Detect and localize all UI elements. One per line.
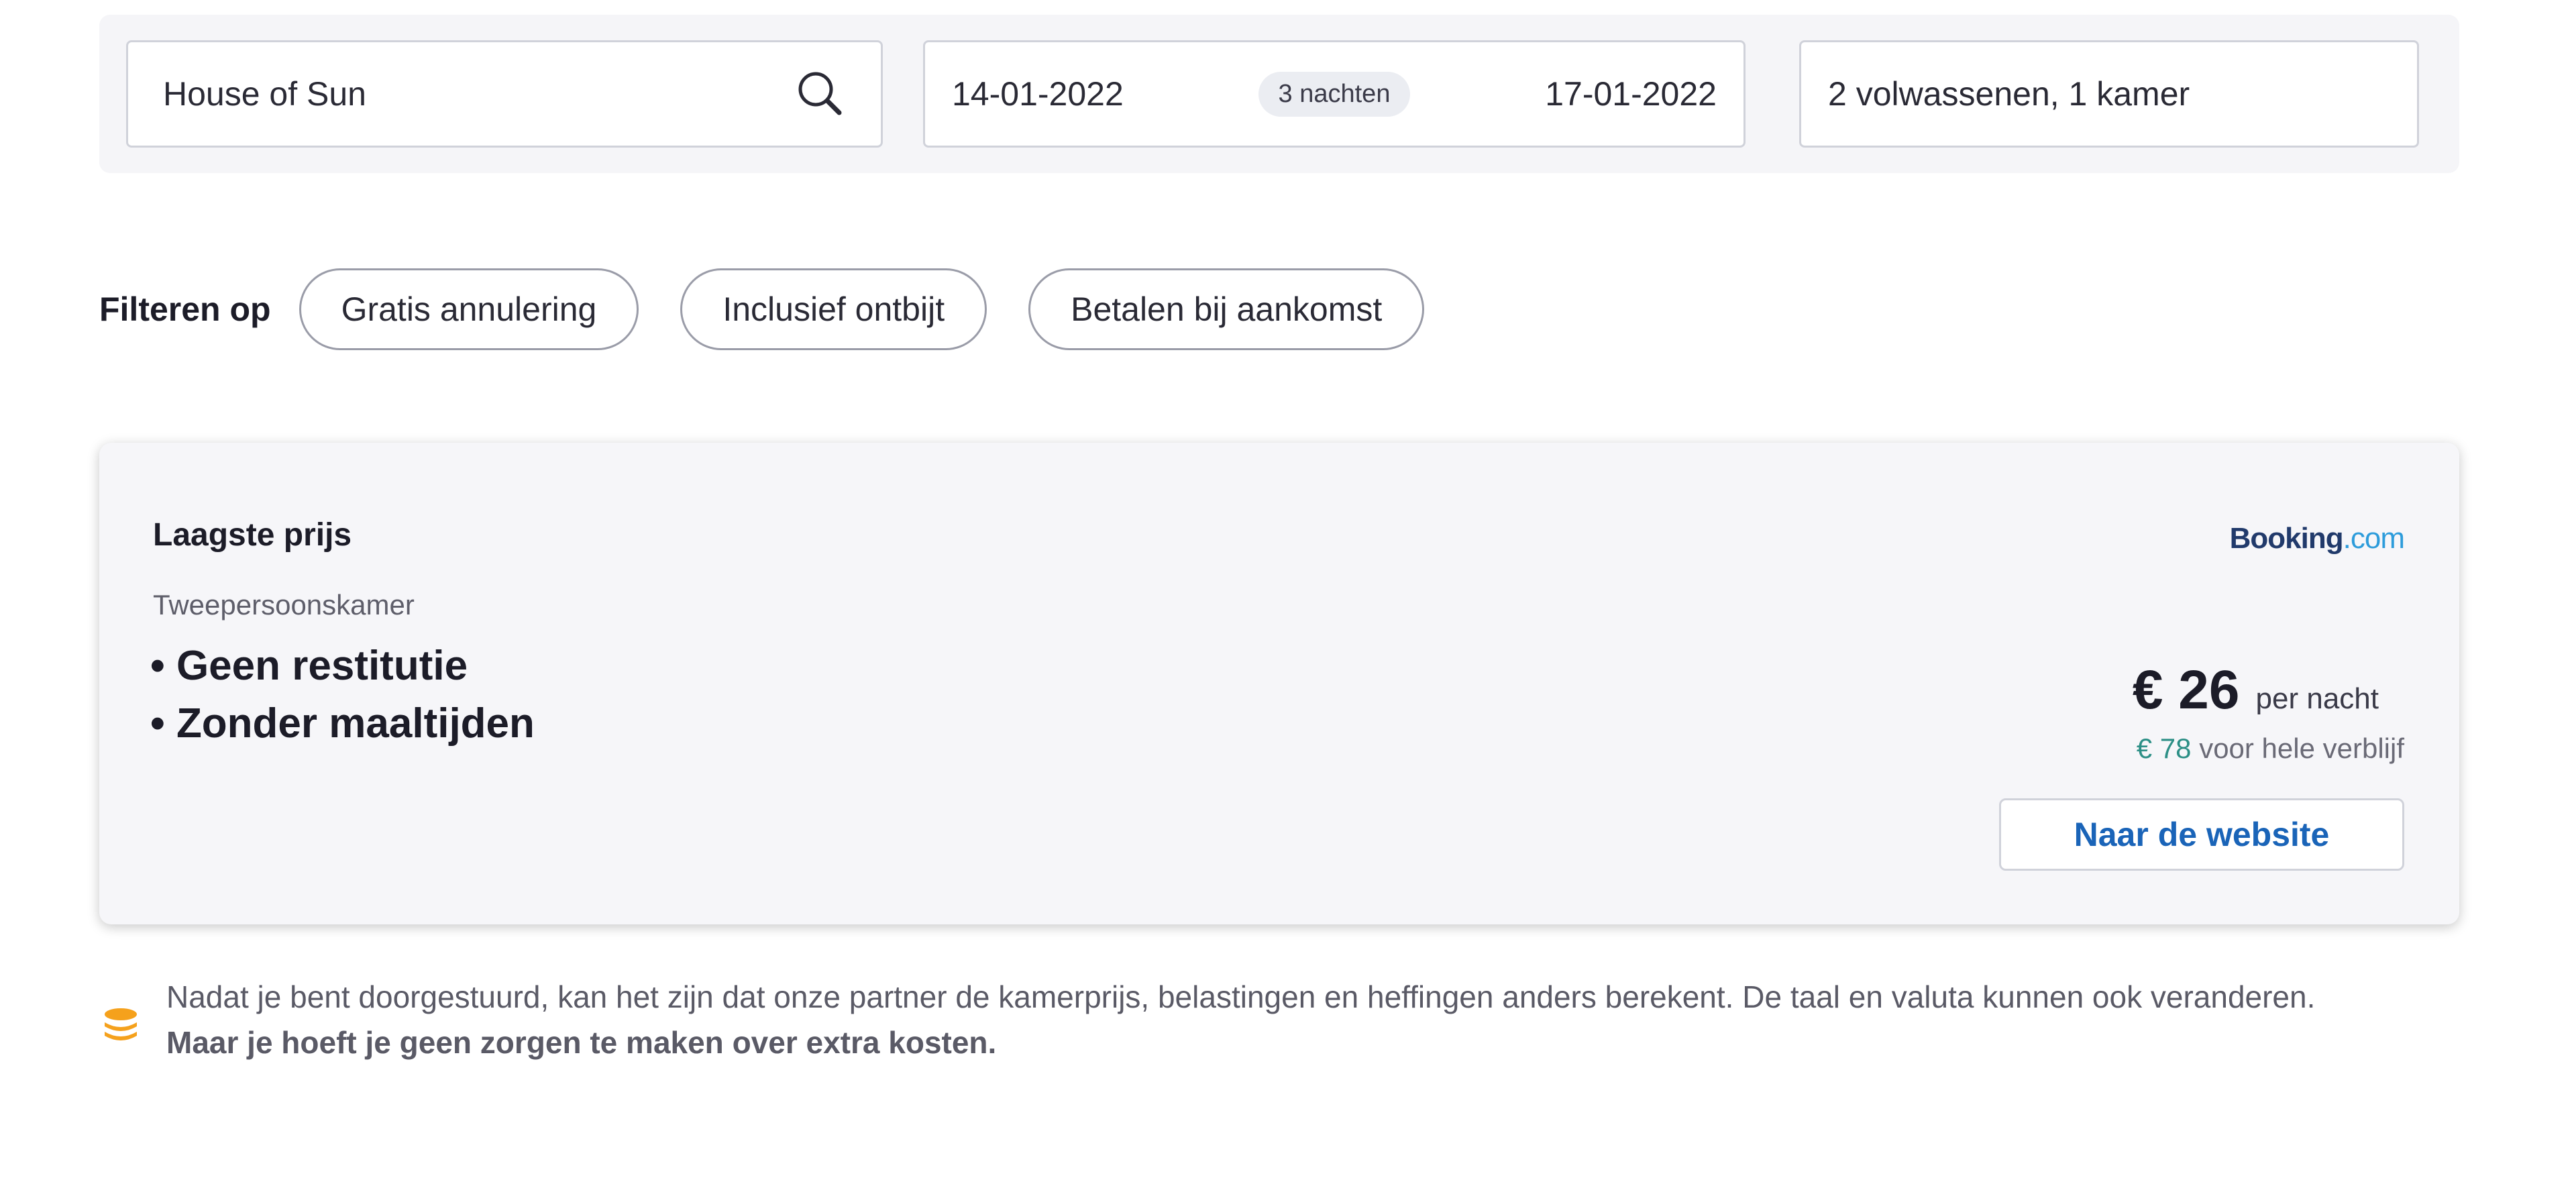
room-type: Tweepersoonskamer [153, 589, 415, 621]
filters-label: Filteren op [99, 290, 271, 328]
total-price: € 78 [2136, 733, 2192, 764]
hotel-search-field[interactable]: House of Sun [126, 40, 883, 148]
feature-item: Zonder maaltijden [150, 695, 535, 753]
filter-bar: Filteren op Gratis annulering Inclusief … [99, 268, 1466, 350]
note-bold-text: Maar je hoeft je geen zorgen te maken ov… [166, 1025, 997, 1060]
price-per-night: € 26 per nacht [2133, 659, 2379, 722]
logo-part-com: .com [2343, 522, 2405, 555]
redirect-note: Nadat je bent doorgestuurd, kan het zijn… [99, 974, 2459, 1065]
filter-chip-breakfast-included[interactable]: Inclusief ontbijt [680, 268, 987, 350]
guests-value: 2 volwassenen, 1 kamer [1828, 75, 2190, 113]
offer-card: Laagste prijs Tweepersoonskamer Geen res… [99, 443, 2459, 924]
guests-field[interactable]: 2 volwassenen, 1 kamer [1799, 40, 2419, 148]
feature-item: Geen restitutie [150, 637, 535, 695]
logo-part-booking: Booking [2229, 522, 2344, 555]
filter-chip-free-cancellation[interactable]: Gratis annulering [299, 268, 639, 350]
offer-features: Geen restitutie Zonder maaltijden [150, 637, 535, 753]
go-to-website-button[interactable]: Naar de website [1999, 798, 2404, 871]
offer-title: Laagste prijs [153, 517, 352, 553]
checkin-date[interactable]: 14-01-2022 [952, 74, 1124, 113]
total-price-row: € 78 voor hele verblijf [2137, 733, 2404, 765]
hotel-search-value: House of Sun [163, 75, 366, 113]
checkout-date[interactable]: 17-01-2022 [1545, 74, 1717, 113]
nights-badge: 3 nachten [1258, 71, 1411, 117]
booking-com-logo: Booking.com [2229, 522, 2405, 555]
search-icon[interactable] [795, 68, 846, 119]
note-text: Nadat je bent doorgestuurd, kan het zijn… [166, 979, 2316, 1014]
price-amount: € 26 [2132, 659, 2240, 720]
price-unit: per nacht [2255, 682, 2379, 715]
date-range-field[interactable]: 14-01-2022 3 nachten 17-01-2022 [923, 40, 1746, 148]
search-bar: House of Sun 14-01-2022 3 nachten 17-01-… [99, 15, 2459, 173]
total-label: voor hele verblijf [2199, 733, 2404, 764]
filter-chip-pay-on-arrival[interactable]: Betalen bij aankomst [1028, 268, 1425, 350]
